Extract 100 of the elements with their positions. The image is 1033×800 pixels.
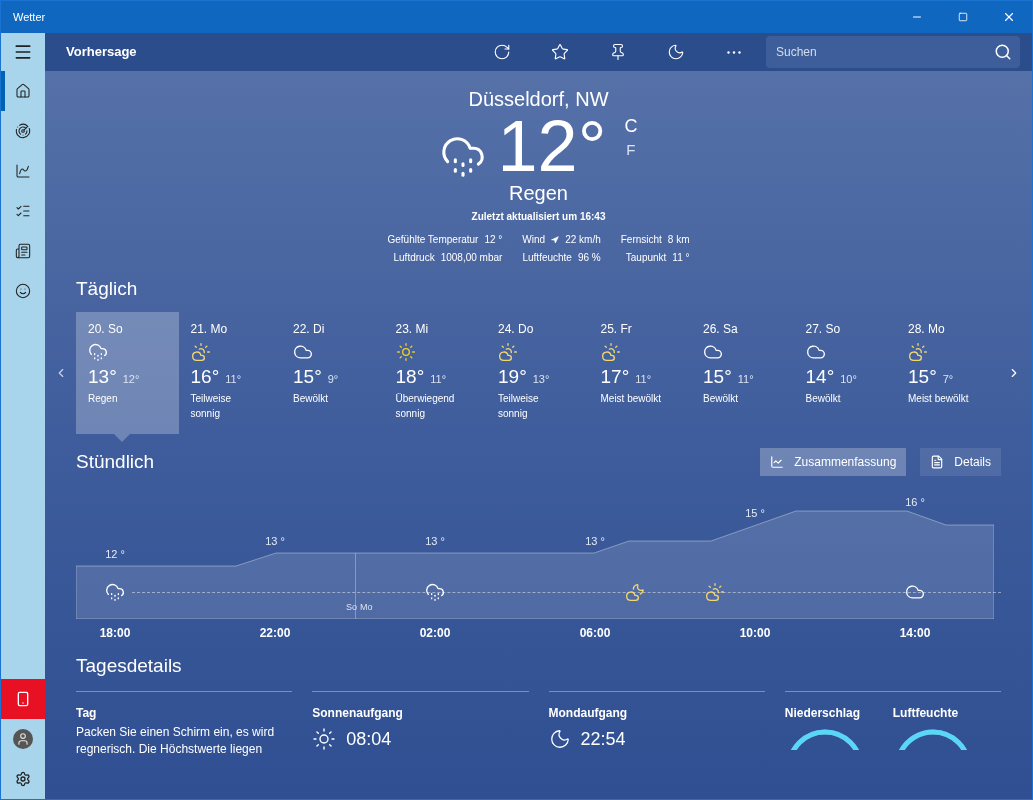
moon-cloud-icon bbox=[625, 582, 645, 602]
hour-time: 10:00 bbox=[738, 625, 772, 642]
star-icon bbox=[551, 43, 569, 61]
sun-icon bbox=[395, 341, 416, 362]
document-icon bbox=[930, 454, 945, 469]
day-condition: Überwiegend sonnig bbox=[395, 392, 456, 421]
view-toggle-button[interactable]: Details bbox=[920, 447, 1001, 476]
search-field[interactable]: Suchen bbox=[766, 36, 1020, 68]
day-condition: Teilweise sonnig bbox=[498, 392, 540, 421]
detail-label: Luftdruck bbox=[393, 251, 435, 265]
detail-heading: Mondaufgang bbox=[548, 704, 629, 722]
day-condition: Meist bewölkt bbox=[600, 392, 663, 406]
detail-label: Gefühlte Temperatur bbox=[387, 233, 479, 247]
detail-heading: Niederschlag bbox=[784, 704, 862, 722]
pin-icon bbox=[609, 43, 627, 61]
day-forecast-card[interactable]: 24. Do 19° 13° Teilweise sonnig bbox=[486, 311, 589, 434]
hour-temperature: 12 ° bbox=[104, 547, 126, 562]
low-temperature: 11° bbox=[430, 371, 447, 387]
unit-toggle[interactable]: C bbox=[624, 115, 638, 137]
menu-icon bbox=[13, 42, 33, 62]
maximize-icon bbox=[958, 12, 968, 22]
current-temperature: 12° bbox=[497, 111, 607, 181]
search-icon bbox=[994, 43, 1012, 61]
chart-icon bbox=[15, 163, 31, 179]
day-forecast-card[interactable]: 25. Fr 17° 11° Meist bewölkt bbox=[588, 311, 691, 434]
detail-value: 8 km bbox=[667, 233, 690, 247]
detail-value: 22 km/h bbox=[565, 233, 601, 247]
detail-value: 96 % bbox=[577, 251, 601, 265]
low-temperature: 11° bbox=[737, 371, 754, 387]
hour-temperature: 13 ° bbox=[424, 534, 446, 549]
high-temperature: 15° bbox=[908, 364, 937, 389]
day-label: Mo bbox=[360, 601, 373, 614]
day-forecast-card[interactable]: 23. Mi 18° 11° Überwiegend sonnig bbox=[383, 311, 486, 434]
low-temperature: 11° bbox=[225, 371, 242, 387]
section-title: Tagesdetails bbox=[76, 654, 183, 678]
high-temperature: 13° bbox=[88, 364, 117, 389]
day-condition: Bewölkt bbox=[805, 392, 842, 406]
update-time: Zuletzt aktualisiert um 16:43 bbox=[471, 210, 606, 224]
low-temperature: 7° bbox=[942, 371, 954, 387]
page-title: Vorhersage bbox=[66, 43, 137, 62]
detail-value: 1008,00 mbar bbox=[440, 251, 503, 265]
day-date: 21. Mo bbox=[190, 320, 228, 338]
high-temperature: 14° bbox=[805, 364, 835, 389]
day-condition: Teilweise sonnig bbox=[190, 392, 233, 421]
rain-cloud-icon bbox=[425, 582, 445, 602]
hour-time: 18:00 bbox=[98, 625, 132, 642]
day-summary-text: Packen Sie einen Schirm ein, es wird regnerisch. Die Höchstwerte liegen bbox=[76, 723, 276, 758]
sun-cloud-icon bbox=[498, 341, 518, 362]
low-temperature: 9° bbox=[327, 371, 339, 387]
detail-label: Taupunkt bbox=[625, 251, 667, 265]
day-divider bbox=[355, 553, 356, 619]
high-temperature: 15° bbox=[703, 364, 732, 389]
smiley-icon bbox=[15, 283, 31, 299]
checklist-icon bbox=[15, 203, 31, 219]
day-forecast-card[interactable]: 22. Di 15° 9° Bewölkt bbox=[281, 311, 384, 434]
low-temperature: 11° bbox=[635, 371, 652, 387]
cloud-icon bbox=[905, 582, 925, 602]
section-title: Täglich bbox=[75, 277, 139, 301]
wind-direction-icon bbox=[551, 235, 560, 244]
radar-icon bbox=[15, 123, 31, 139]
sun-icon bbox=[312, 727, 337, 751]
day-date: 20. So bbox=[88, 320, 123, 338]
detail-label: Fernsicht bbox=[620, 233, 662, 247]
unit-toggle[interactable]: F bbox=[624, 139, 638, 161]
day-date: 25. Fr bbox=[600, 320, 632, 338]
hour-time: 02:00 bbox=[418, 625, 452, 642]
news-icon bbox=[15, 243, 31, 259]
high-temperature: 19° bbox=[498, 364, 527, 389]
hour-time: 22:00 bbox=[258, 625, 292, 642]
day-date: 26. Sa bbox=[703, 320, 738, 338]
day-date: 27. So bbox=[805, 320, 841, 338]
location-title: Düsseldorf, NW bbox=[468, 87, 609, 111]
day-condition: Bewölkt bbox=[703, 392, 739, 406]
detail-value: 11 ° bbox=[672, 251, 690, 265]
sunrise-time: 08:04 bbox=[346, 727, 392, 751]
day-forecast-card[interactable]: 26. Sa 15° 11° Bewölkt bbox=[691, 311, 794, 434]
detail-heading: Luftfeuchte bbox=[892, 704, 960, 722]
day-date: 23. Mi bbox=[395, 320, 429, 338]
sun-cloud-icon bbox=[705, 582, 725, 602]
day-forecast-card[interactable]: 28. Mo 15° 7° Meist bewölkt bbox=[896, 311, 999, 434]
settings-icon bbox=[15, 771, 31, 787]
day-forecast-card[interactable]: 27. So 14° 10° Bewölkt bbox=[793, 311, 896, 434]
day-forecast-card[interactable]: 21. Mo 16° 11° Teilweise sonnig bbox=[178, 311, 281, 434]
high-temperature: 18° bbox=[395, 364, 425, 389]
moon-icon bbox=[548, 728, 571, 750]
line-chart-icon bbox=[770, 454, 785, 469]
hour-temperature: 13 ° bbox=[264, 534, 286, 550]
selection-pointer-icon bbox=[114, 433, 130, 442]
detail-label: Luftfeuchte bbox=[522, 251, 572, 265]
low-temperature: 12° bbox=[122, 371, 140, 387]
high-temperature: 15° bbox=[293, 364, 322, 389]
rain-cloud-icon bbox=[105, 582, 125, 602]
sun-cloud-icon bbox=[600, 341, 621, 362]
view-toggle-button[interactable]: Zusammenfassung bbox=[760, 447, 907, 476]
nav-button[interactable] bbox=[1, 679, 45, 719]
refresh-icon bbox=[493, 43, 511, 61]
moon-icon bbox=[667, 43, 685, 61]
day-date: 24. Do bbox=[498, 320, 534, 338]
hour-time: 06:00 bbox=[578, 625, 612, 642]
sun-cloud-icon bbox=[908, 341, 928, 362]
